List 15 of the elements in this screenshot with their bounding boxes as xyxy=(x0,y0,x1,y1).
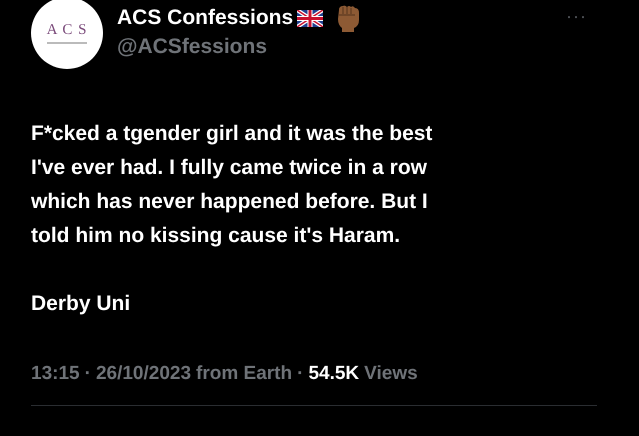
post-time: 13:15 xyxy=(31,363,80,385)
display-name[interactable]: ACS Confessions xyxy=(117,6,294,30)
separator-dot: · xyxy=(84,363,91,385)
signature-text: Derby Uni xyxy=(31,291,132,317)
flag-icon xyxy=(297,10,324,26)
tweet-text: F*cked a tgender girl and it was the best I've ever had. I fully came twice in a row which has never happened before. But I told him no kissing cause it's Haram. xyxy=(31,121,434,249)
raised-fist-icon xyxy=(335,4,362,32)
view-count: 54.5K xyxy=(308,363,360,385)
avatar-logo-text: A C S xyxy=(46,22,88,39)
separator-dot: · xyxy=(297,363,304,385)
post-source: from Earth xyxy=(196,363,292,385)
user-handle[interactable]: @ACSfessions xyxy=(117,35,268,59)
views-label: Views xyxy=(364,363,418,385)
avatar[interactable]: A C S xyxy=(31,0,103,69)
post-date: 26/10/2023 xyxy=(96,363,192,385)
